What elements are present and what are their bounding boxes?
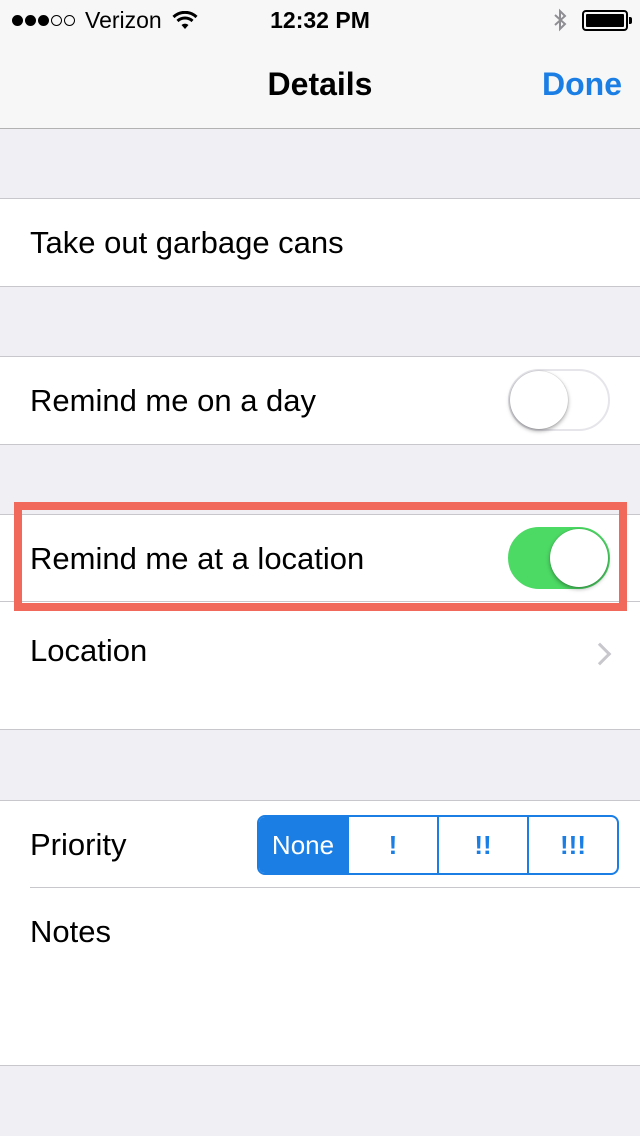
remind-day-toggle[interactable] <box>508 369 610 431</box>
priority-segmented-control: None ! !! !!! <box>257 815 619 875</box>
priority-label: Priority <box>30 826 127 862</box>
remind-day-label: Remind me on a day <box>30 382 317 418</box>
priority-option-low[interactable]: ! <box>347 817 437 873</box>
status-time: 12:32 PM <box>270 7 370 33</box>
remind-location-cell: Remind me at a location <box>0 515 640 602</box>
battery-level <box>586 13 624 27</box>
location-cell[interactable]: Location <box>0 602 640 729</box>
priority-cell: Priority None ! !! !!! <box>0 801 640 888</box>
remind-day-cell: Remind me on a day <box>0 357 640 444</box>
priority-notes-group: Priority None ! !! !!! Notes <box>0 800 640 1066</box>
toggle-knob <box>510 371 568 429</box>
reminders-group: Remind me on a day <box>0 356 640 445</box>
bluetooth-icon <box>554 8 567 32</box>
notes-label: Notes <box>30 914 111 949</box>
location-label: Location <box>30 633 148 668</box>
remind-location-label: Remind me at a location <box>30 540 365 576</box>
done-button[interactable]: Done <box>542 66 622 103</box>
toggle-knob <box>550 529 608 587</box>
chevron-right-icon <box>588 642 612 666</box>
battery-icon <box>582 9 632 31</box>
task-title-cell[interactable]: Take out garbage cans <box>0 199 640 286</box>
priority-option-medium[interactable]: !! <box>437 817 527 873</box>
location-group: Remind me at a location Location <box>0 514 640 730</box>
navigation-bar: Details Done <box>0 40 640 129</box>
task-title-text: Take out garbage cans <box>30 224 344 260</box>
priority-option-none[interactable]: None <box>259 817 347 873</box>
task-title-group: Take out garbage cans <box>0 198 640 287</box>
priority-option-high[interactable]: !!! <box>527 817 617 873</box>
status-bar: Verizon 12:32 PM <box>0 0 640 40</box>
remind-location-toggle[interactable] <box>508 527 610 589</box>
status-right <box>552 8 632 32</box>
notes-cell[interactable]: Notes <box>0 888 640 1065</box>
